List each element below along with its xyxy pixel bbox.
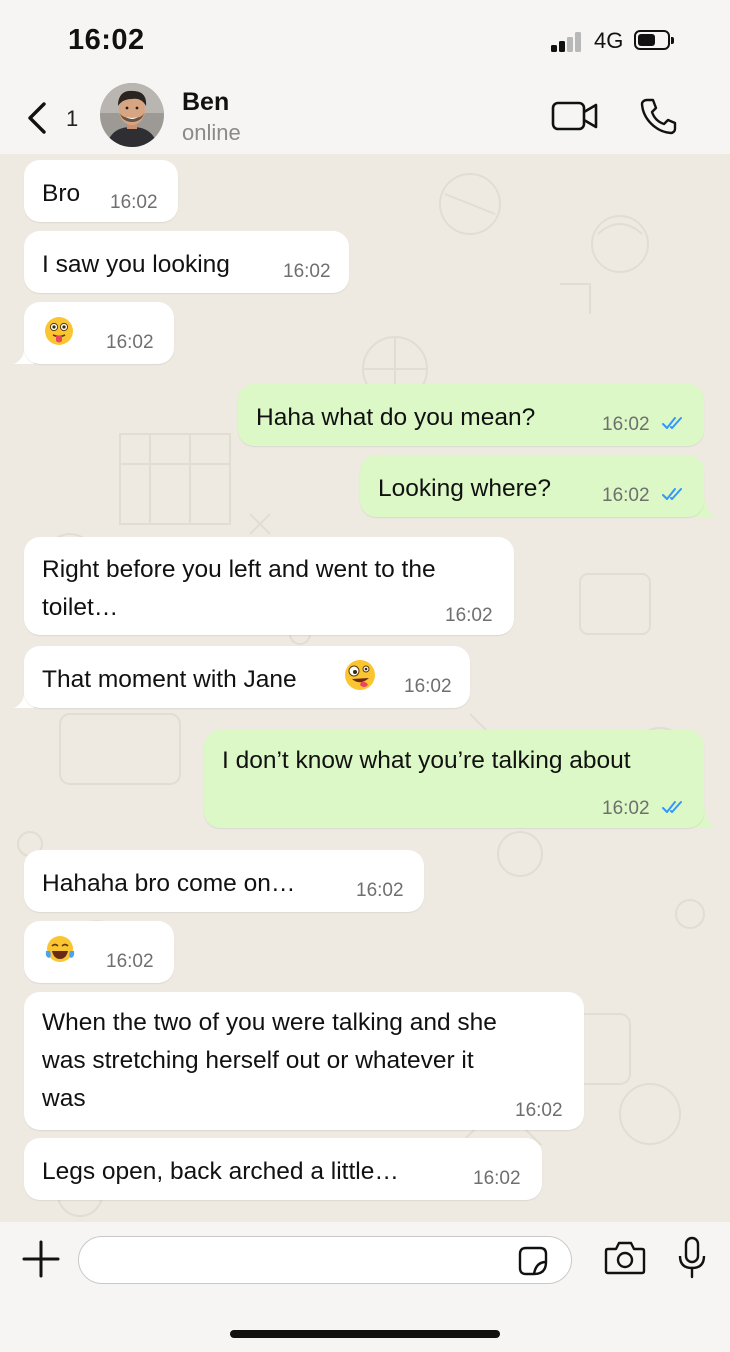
message-text-line: was stretching herself out or whatever i… <box>42 1047 474 1074</box>
message-bubble-incoming[interactable]: That moment with Jane 16:02 <box>24 646 470 708</box>
message-bubble-incoming[interactable]: Bro 16:02 <box>24 160 178 222</box>
message-text: I saw you looking <box>42 251 230 278</box>
tongue-out-emoji-icon <box>45 317 73 345</box>
signal-icon <box>551 30 587 52</box>
home-indicator <box>230 1330 500 1338</box>
status-bar: 16:02 4G <box>0 0 730 80</box>
message-text: Haha what do you mean? <box>256 404 536 431</box>
plus-icon[interactable] <box>22 1240 60 1278</box>
message-bubble-incoming[interactable]: 16:02 <box>24 921 174 983</box>
message-text-line: was <box>42 1085 86 1112</box>
message-time: 16:02 <box>602 485 650 506</box>
battery-icon <box>634 30 674 50</box>
sticker-icon[interactable] <box>518 1246 548 1276</box>
message-time: 16:02 <box>106 332 154 353</box>
message-time: 16:02 <box>602 798 650 819</box>
message-time: 16:02 <box>404 676 452 697</box>
chat-header: 1 Ben online <box>0 80 730 154</box>
back-chevron-icon[interactable] <box>20 98 56 138</box>
message-time: 16:02 <box>515 1100 563 1121</box>
video-call-icon[interactable] <box>551 100 599 132</box>
message-text: I don’t know what you’re talking about <box>222 747 631 774</box>
message-text-line: toilet… <box>42 594 119 621</box>
read-receipt-icon <box>662 801 682 813</box>
message-input-bar <box>0 1222 730 1352</box>
message-bubble-incoming[interactable]: Legs open, back arched a little… 16:02 <box>24 1138 542 1200</box>
network-type: 4G <box>594 28 624 53</box>
message-text-line: When the two of you were talking and she <box>42 1009 497 1036</box>
read-receipt-icon <box>662 488 682 500</box>
message-time: 16:02 <box>356 880 404 901</box>
message-bubble-outgoing[interactable]: Looking where? 16:02 <box>360 455 704 517</box>
message-time: 16:02 <box>106 951 154 972</box>
message-bubble-incoming[interactable]: 16:02 <box>24 302 174 364</box>
avatar[interactable] <box>100 83 164 147</box>
message-bubble-incoming[interactable]: Right before you left and went to the to… <box>24 537 514 635</box>
message-text: Looking where? <box>378 475 551 502</box>
read-receipt-icon <box>662 417 682 429</box>
zany-face-emoji-icon <box>345 660 375 690</box>
message-text: Legs open, back arched a little… <box>42 1158 399 1185</box>
message-text: Bro <box>42 180 81 207</box>
message-time: 16:02 <box>473 1168 521 1189</box>
message-bubble-outgoing[interactable]: I don’t know what you’re talking about 1… <box>204 730 704 828</box>
phone-call-icon[interactable] <box>638 96 678 136</box>
message-time: 16:02 <box>110 192 158 213</box>
message-text-line: Right before you left and went to the <box>42 556 436 583</box>
message-time: 16:02 <box>602 414 650 435</box>
contact-status: online <box>182 120 241 145</box>
chat-area[interactable]: Bro 16:02 I saw you looking 16:02 16:02 … <box>0 154 730 1222</box>
message-bubble-incoming[interactable]: I saw you looking 16:02 <box>24 231 349 293</box>
contact-name[interactable]: Ben <box>182 88 229 117</box>
message-bubble-incoming[interactable]: Hahaha bro come on… 16:02 <box>24 850 424 912</box>
message-bubble-outgoing[interactable]: Haha what do you mean? 16:02 <box>238 384 704 446</box>
message-bubble-incoming[interactable]: When the two of you were talking and she… <box>24 992 584 1130</box>
message-time: 16:02 <box>445 605 493 626</box>
camera-icon[interactable] <box>604 1240 646 1276</box>
unread-count[interactable]: 1 <box>66 106 78 132</box>
status-time: 16:02 <box>68 24 145 56</box>
tears-of-joy-emoji-icon <box>45 936 75 962</box>
message-time: 16:02 <box>283 261 331 282</box>
message-text: Hahaha bro come on… <box>42 870 296 897</box>
microphone-icon[interactable] <box>676 1236 708 1280</box>
message-text: That moment with Jane <box>42 666 297 693</box>
message-input[interactable] <box>78 1236 572 1284</box>
